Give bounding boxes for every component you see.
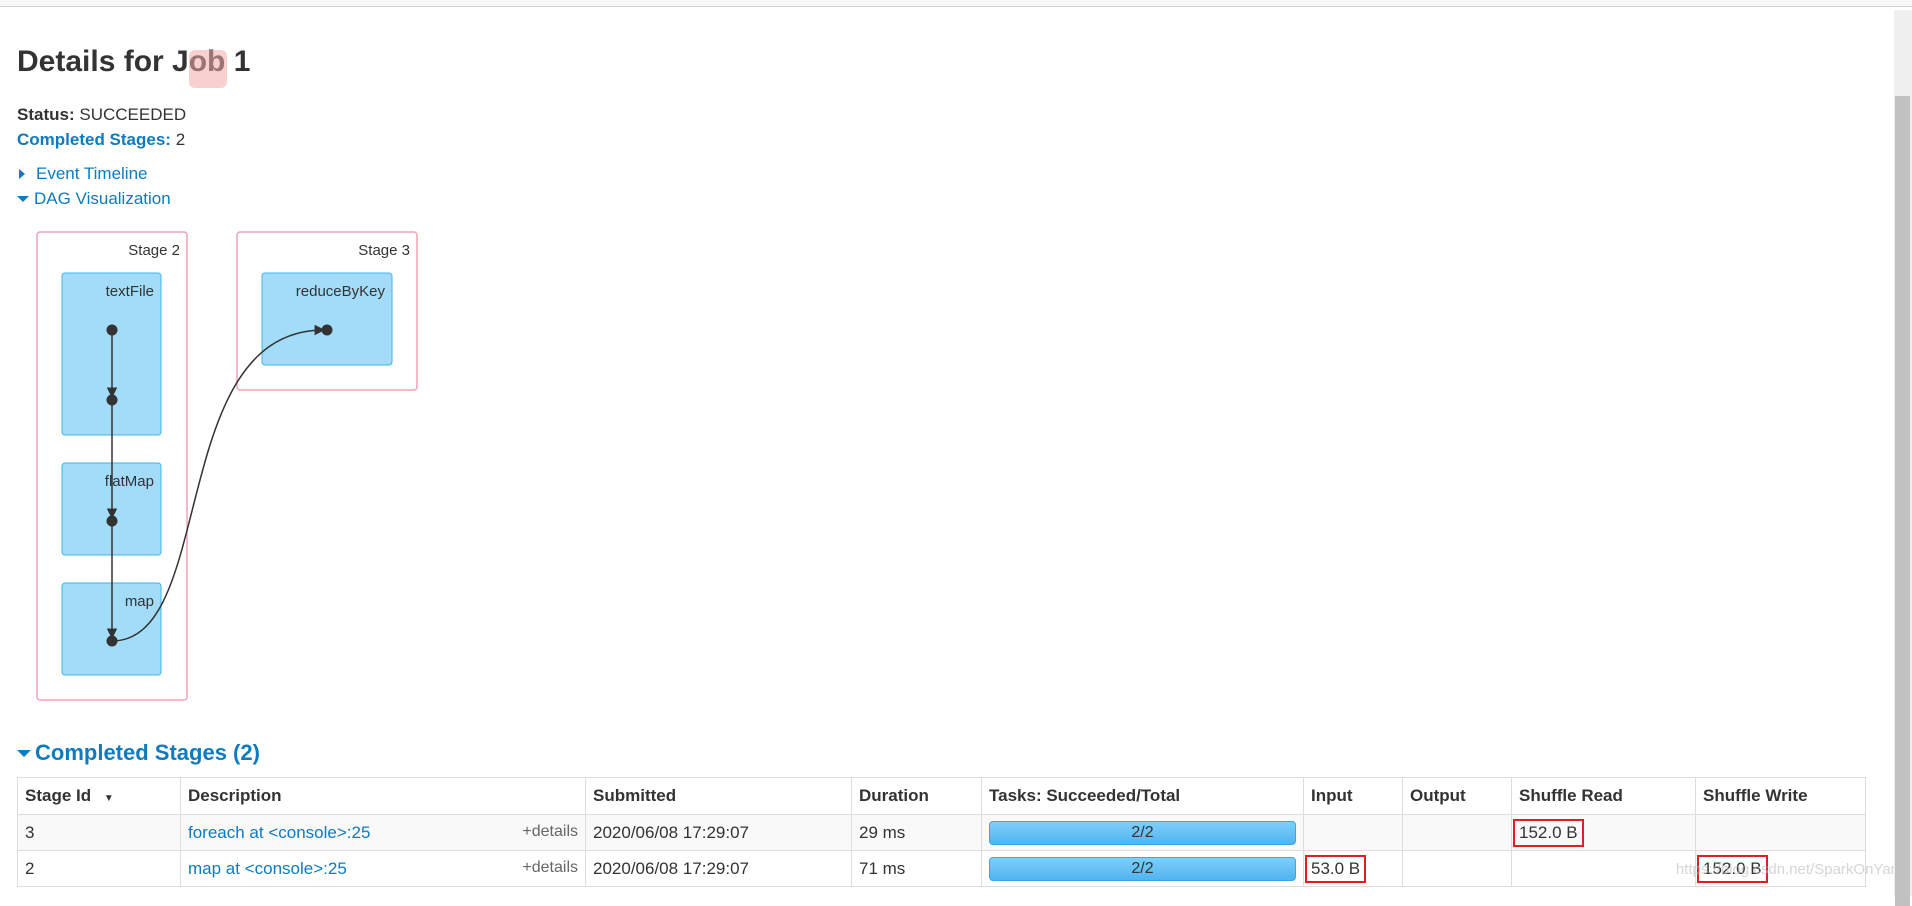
table-row: 2 map at <console>:25 +details 2020/06/0… [18,851,1866,887]
sort-desc-icon: ▼ [104,793,114,804]
vertical-scrollbar[interactable] [1894,10,1912,896]
description-cell: map at <console>:25 +details [181,851,586,887]
stage-3-label: Stage 3 [358,242,410,259]
completed-stages-title: Completed Stages (2) [35,740,260,766]
shuffle-write [1696,815,1866,851]
duration: 29 ms [852,815,982,851]
tasks-progress-bar: 2/2 [989,821,1296,845]
scrollbar-thumb[interactable] [1895,96,1910,906]
col-output[interactable]: Output [1403,778,1512,815]
col-duration[interactable]: Duration [852,778,982,815]
input-cell: 53.0 B [1304,851,1403,887]
table-header-row: Stage Id ▼ Description Submitted Duratio… [18,778,1866,815]
stage-description-link[interactable]: map at <console>:25 [188,859,347,878]
col-shuffle-read[interactable]: Shuffle Read [1512,778,1696,815]
tasks-progress-text: 2/2 [1131,860,1153,877]
watermark: https://blog.csdn.net/SparkOnYarn [1676,861,1904,878]
op-reducebykey-label: reduceByKey [296,283,386,300]
submitted: 2020/06/08 17:29:07 [586,851,852,887]
completed-stages-table: Stage Id ▼ Description Submitted Duratio… [17,777,1866,887]
dag-node[interactable] [107,516,118,527]
dag-graph: Stage 2 textFile flatMap map Stage 3 red… [17,0,457,720]
stage-id: 3 [18,815,181,851]
op-textfile-label: textFile [106,283,154,300]
duration: 71 ms [852,851,982,887]
output [1403,815,1512,851]
dag-node[interactable] [107,636,118,647]
shuffle-read [1512,851,1696,887]
shuffle-read-cell: 152.0 B [1512,815,1696,851]
input-highlight: 53.0 B [1305,855,1366,883]
dag-node[interactable] [107,395,118,406]
description-cell: foreach at <console>:25 +details [181,815,586,851]
caret-down-icon [17,750,31,757]
dag-node[interactable] [107,325,118,336]
tasks-progress-text: 2/2 [1131,824,1153,841]
col-input[interactable]: Input [1304,778,1403,815]
shuffle-read-highlight: 152.0 B [1513,819,1584,847]
details-toggle[interactable]: +details [522,859,578,877]
details-toggle[interactable]: +details [522,823,578,841]
col-description[interactable]: Description [181,778,586,815]
stage-2-label: Stage 2 [128,242,180,259]
op-map-label: map [125,593,154,610]
table-row: 3 foreach at <console>:25 +details 2020/… [18,815,1866,851]
tasks-cell: 2/2 [982,851,1304,887]
tasks-cell: 2/2 [982,815,1304,851]
col-tasks[interactable]: Tasks: Succeeded/Total [982,778,1304,815]
col-stage-id[interactable]: Stage Id ▼ [18,778,181,815]
completed-stages-toggle[interactable]: Completed Stages (2) [17,740,260,766]
col-shuffle-write[interactable]: Shuffle Write [1696,778,1866,815]
job-details-page: Details for Job 1 Status: SUCCEEDED Comp… [17,0,1867,896]
submitted: 2020/06/08 17:29:07 [586,815,852,851]
col-submitted[interactable]: Submitted [586,778,852,815]
output [1403,851,1512,887]
stage-description-link[interactable]: foreach at <console>:25 [188,823,370,842]
dag-node[interactable] [322,325,333,336]
stage-id: 2 [18,851,181,887]
col-stage-id-label: Stage Id [25,786,91,805]
tasks-progress-bar: 2/2 [989,857,1296,881]
input [1304,815,1403,851]
